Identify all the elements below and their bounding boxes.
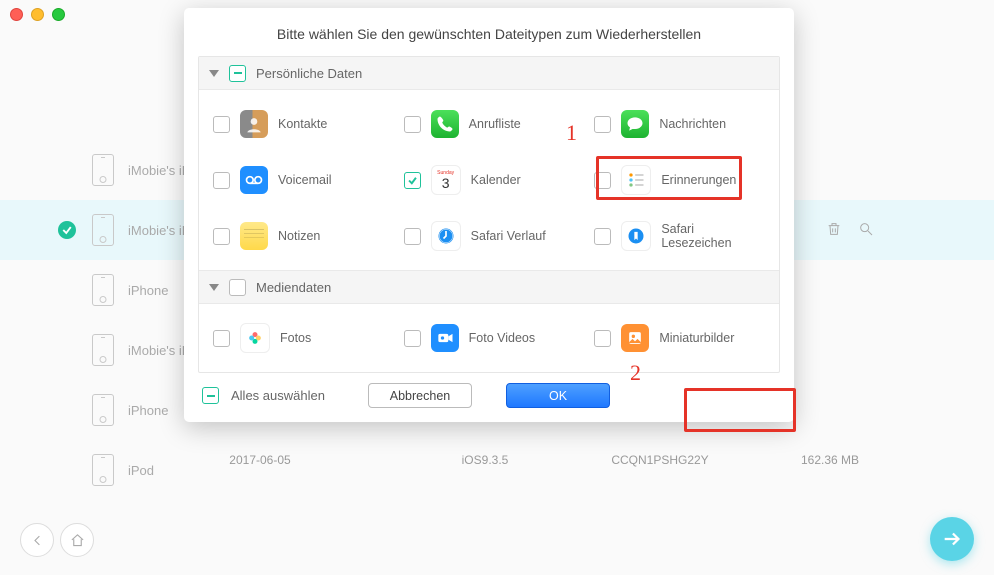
phone-icon: [431, 110, 459, 138]
checkbox[interactable]: [404, 228, 421, 245]
home-button[interactable]: [60, 523, 94, 557]
item-label: Notizen: [278, 229, 320, 243]
ok-button[interactable]: OK: [506, 383, 610, 408]
sections-panel: Persönliche Daten Kontakte Anrufliste: [198, 56, 780, 373]
section-checkbox[interactable]: [229, 65, 246, 82]
checkbox[interactable]: [404, 116, 421, 133]
checkbox[interactable]: [202, 387, 219, 404]
item-safari-verlauf[interactable]: Safari Verlauf: [394, 220, 585, 252]
thumbnails-icon: [621, 324, 649, 352]
back-button[interactable]: [20, 523, 54, 557]
search-icon[interactable]: [858, 221, 874, 240]
item-miniaturbilder[interactable]: Miniaturbilder: [584, 322, 775, 354]
personal-grid: Kontakte Anrufliste Nachrichten: [199, 90, 779, 270]
media-grid: Fotos Foto Videos Miniaturbilder: [199, 304, 779, 372]
phone-icon: [92, 394, 114, 426]
notes-icon: [240, 222, 268, 250]
checkbox[interactable]: [213, 116, 230, 133]
section-header-media[interactable]: Mediendaten: [199, 270, 779, 304]
phone-icon: [92, 214, 114, 246]
checkbox[interactable]: [213, 172, 230, 189]
item-erinnerungen[interactable]: Erinnerungen: [584, 164, 775, 196]
photo-videos-icon: [431, 324, 459, 352]
item-label: Erinnerungen: [661, 173, 736, 187]
item-label: Safari Verlauf: [471, 229, 546, 243]
minimize-icon[interactable]: [31, 8, 44, 21]
modal-footer: Alles auswählen Abbrechen OK: [184, 373, 794, 408]
item-foto-videos[interactable]: Foto Videos: [394, 322, 585, 354]
section-header-personal[interactable]: Persönliche Daten: [199, 57, 779, 90]
phone-icon: [92, 154, 114, 186]
photos-icon: [240, 323, 270, 353]
contacts-icon: [240, 110, 268, 138]
item-kalender[interactable]: Sunday 3 Kalender: [394, 164, 585, 196]
item-anrufliste[interactable]: Anrufliste: [394, 108, 585, 140]
safari-bookmark-icon: [621, 221, 651, 251]
safari-history-icon: [431, 221, 461, 251]
chevron-down-icon: [209, 70, 219, 77]
next-button[interactable]: [930, 517, 974, 561]
checkbox[interactable]: [404, 172, 421, 189]
item-notizen[interactable]: Notizen: [203, 220, 394, 252]
zoom-icon[interactable]: [52, 8, 65, 21]
trash-icon[interactable]: [826, 221, 842, 240]
checkbox[interactable]: [404, 330, 421, 347]
phone-icon: [92, 334, 114, 366]
modal-title: Bitte wählen Sie den gewünschten Dateity…: [184, 8, 794, 56]
section-checkbox[interactable]: [229, 279, 246, 296]
window-controls[interactable]: [10, 8, 65, 21]
item-label: Miniaturbilder: [659, 331, 734, 345]
info-size: 162.36 MB: [750, 453, 910, 467]
info-ios: iOS9.3.5: [400, 453, 570, 467]
section-title: Mediendaten: [256, 280, 331, 295]
checkbox[interactable]: [594, 228, 611, 245]
item-safari-lesezeichen[interactable]: Safari Lesezeichen: [584, 220, 775, 252]
phone-icon: [92, 274, 114, 306]
chevron-down-icon: [209, 284, 219, 291]
info-serial: CCQN1PSHG22Y: [570, 453, 750, 467]
info-date: 2017-06-05: [120, 453, 400, 467]
select-all[interactable]: Alles auswählen: [202, 387, 325, 404]
checkbox[interactable]: [594, 330, 611, 347]
messages-icon: [621, 110, 649, 138]
item-kontakte[interactable]: Kontakte: [203, 108, 394, 140]
item-label: Fotos: [280, 331, 311, 345]
checkbox[interactable]: [213, 228, 230, 245]
item-label: Nachrichten: [659, 117, 726, 131]
voicemail-icon: [240, 166, 268, 194]
checkbox[interactable]: [213, 330, 230, 347]
item-label: Foto Videos: [469, 331, 535, 345]
select-all-label: Alles auswählen: [231, 388, 325, 403]
item-label: Kalender: [471, 173, 521, 187]
datatype-modal: Bitte wählen Sie den gewünschten Dateity…: [184, 8, 794, 422]
close-icon[interactable]: [10, 8, 23, 21]
device-info-row: 2017-06-05 iOS9.3.5 CCQN1PSHG22Y 162.36 …: [0, 440, 994, 480]
item-fotos[interactable]: Fotos: [203, 322, 394, 354]
cancel-button[interactable]: Abbrechen: [368, 383, 472, 408]
reminders-icon: [621, 165, 651, 195]
calendar-icon: Sunday 3: [431, 165, 461, 195]
item-label: Safari Lesezeichen: [661, 222, 765, 250]
item-label: Anrufliste: [469, 117, 521, 131]
item-voicemail[interactable]: Voicemail: [203, 164, 394, 196]
item-label: Kontakte: [278, 117, 327, 131]
item-nachrichten[interactable]: Nachrichten: [584, 108, 775, 140]
checkbox[interactable]: [594, 172, 611, 189]
checkbox[interactable]: [594, 116, 611, 133]
check-icon: [58, 221, 76, 239]
section-title: Persönliche Daten: [256, 66, 362, 81]
item-label: Voicemail: [278, 173, 332, 187]
